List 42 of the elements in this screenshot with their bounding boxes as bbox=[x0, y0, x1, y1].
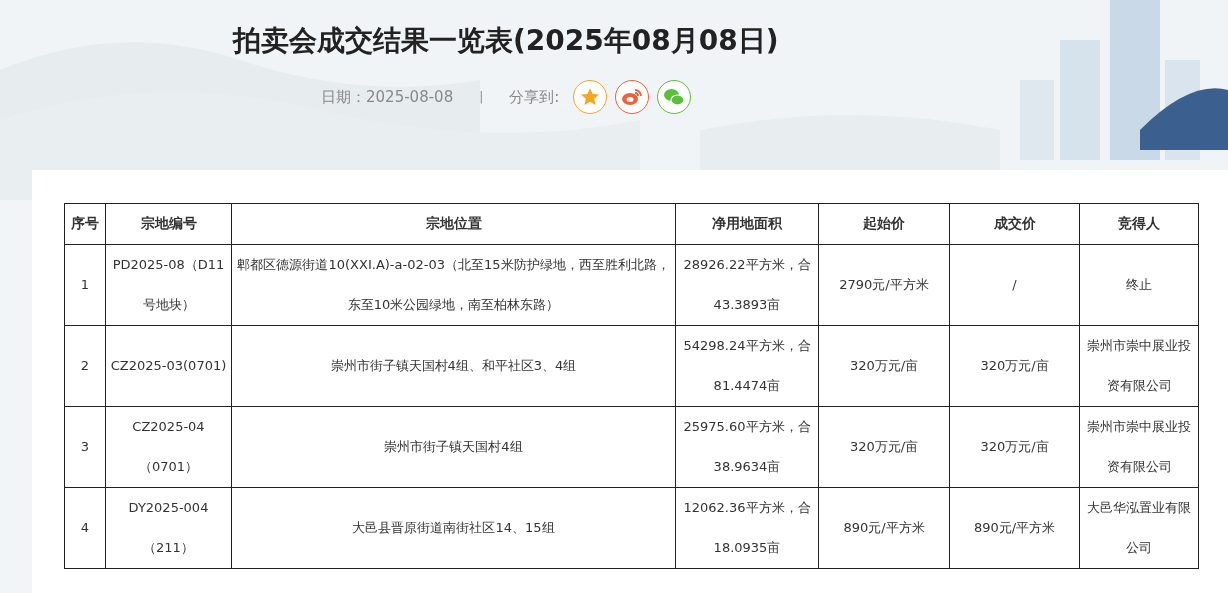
table-cell: CZ2025-04（0701） bbox=[105, 406, 232, 488]
table-cell: 郫都区德源街道10(XXI.A)-a-02-03（北至15米防护绿地，西至胜利北路，东至10米公园绿地，南至柏林东路） bbox=[231, 244, 676, 326]
date-text: 日期：2025-08-08 bbox=[321, 87, 454, 107]
share-label: 分享到: bbox=[509, 87, 560, 107]
column-header: 宗地编号 bbox=[105, 203, 232, 245]
column-header: 竞得人 bbox=[1079, 203, 1199, 245]
table-cell: 崇州市崇中展业投资有限公司 bbox=[1079, 406, 1199, 488]
column-header: 起始价 bbox=[818, 203, 950, 245]
table-cell: 大邑华泓置业有限公司 bbox=[1079, 487, 1199, 569]
star-icon bbox=[580, 87, 601, 107]
table-cell: 大邑县晋原街道南街社区14、15组 bbox=[231, 487, 676, 569]
table-cell: 320万元/亩 bbox=[949, 406, 1080, 488]
table-cell: / bbox=[949, 244, 1080, 326]
wechat-icon bbox=[663, 87, 686, 107]
table-cell: 2790元/平方米 bbox=[818, 244, 950, 326]
table-cell: 890元/平方米 bbox=[949, 487, 1080, 569]
table-cell: 4 bbox=[64, 487, 106, 569]
table-cell: 2 bbox=[64, 325, 106, 407]
table-cell: CZ2025-03(0701) bbox=[105, 325, 232, 407]
table-cell: PD2025-08（D11号地块） bbox=[105, 244, 232, 326]
column-header: 宗地位置 bbox=[231, 203, 676, 245]
weibo-icon bbox=[621, 87, 644, 107]
table-cell: 28926.22平方米，合43.3893亩 bbox=[675, 244, 819, 326]
table-cell: 1 bbox=[64, 244, 106, 326]
page-title: 拍卖会成交结果一览表(2025年08月08日) bbox=[233, 23, 779, 59]
table-cell: DY2025-004（211） bbox=[105, 487, 232, 569]
column-header: 序号 bbox=[64, 203, 106, 245]
table-cell: 320万元/亩 bbox=[949, 325, 1080, 407]
table-cell: 25975.60平方米，合38.9634亩 bbox=[675, 406, 819, 488]
table-cell: 崇州市街子镇天国村4组、和平社区3、4组 bbox=[231, 325, 676, 407]
table-cell: 终止 bbox=[1079, 244, 1199, 326]
table-cell: 54298.24平方米，合81.4474亩 bbox=[675, 325, 819, 407]
column-header: 成交价 bbox=[949, 203, 1080, 245]
table-cell: 3 bbox=[64, 406, 106, 488]
table-cell: 12062.36平方米，合18.0935亩 bbox=[675, 487, 819, 569]
table-cell: 崇州市崇中展业投资有限公司 bbox=[1079, 325, 1199, 407]
table-cell: 320万元/亩 bbox=[818, 325, 950, 407]
table-cell: 320万元/亩 bbox=[818, 406, 950, 488]
separator: | bbox=[479, 90, 484, 104]
table-cell: 890元/平方米 bbox=[818, 487, 950, 569]
column-header: 净用地面积 bbox=[675, 203, 819, 245]
table-cell: 崇州市街子镇天国村4组 bbox=[231, 406, 676, 488]
